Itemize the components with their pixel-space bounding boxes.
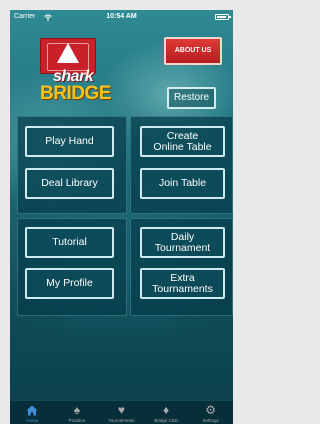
tab-practice[interactable]: ♠ Practice (55, 401, 100, 424)
gear-icon: ⚙ (205, 403, 217, 417)
shark-fin-icon (57, 43, 79, 63)
bottom-tab-bar: Home ♠ Practice ♥ Tournaments ♦ Bridge C… (10, 400, 233, 424)
tab-tournaments-label: Tournaments (108, 418, 135, 423)
my-profile-button[interactable]: My Profile (25, 268, 114, 299)
extra-tournaments-button[interactable]: Extra Tournaments (140, 268, 225, 299)
restore-button[interactable]: Restore (167, 87, 216, 109)
join-table-button[interactable]: Join Table (140, 168, 225, 199)
home-icon (10, 403, 55, 417)
tab-home[interactable]: Home (10, 401, 55, 424)
create-online-table-button[interactable]: Create Online Table (140, 126, 225, 157)
diamond-icon: ♦ (163, 403, 170, 417)
tab-practice-label: Practice (68, 418, 86, 423)
about-us-button[interactable]: ABOUT US (164, 37, 222, 65)
tutorial-button[interactable]: Tutorial (25, 227, 114, 258)
status-time: 10:54 AM (106, 13, 137, 20)
battery-icon (215, 14, 231, 20)
daily-tournament-button[interactable]: Daily Tournament (140, 227, 225, 258)
tab-home-label: Home (26, 418, 39, 423)
status-bar: Carrier 10:54 AM (10, 10, 233, 24)
heart-icon: ♥ (117, 403, 126, 417)
tab-settings-label: Settings (202, 418, 219, 423)
tab-bridge-club-label: Bridge Club (154, 418, 178, 423)
app-screen: Carrier 10:54 AM shark BRIDGE ABOUT US R… (10, 10, 233, 424)
tab-settings[interactable]: ⚙ Settings (188, 401, 233, 424)
spade-icon: ♠ (73, 403, 81, 417)
play-hand-button[interactable]: Play Hand (25, 126, 114, 157)
tab-tournaments[interactable]: ♥ Tournaments (99, 401, 144, 424)
deal-library-button[interactable]: Deal Library (25, 168, 114, 199)
logo-text-bridge: BRIDGE (40, 83, 111, 104)
shark-bridge-logo: shark BRIDGE (40, 38, 111, 108)
tab-bridge-club[interactable]: ♦ Bridge Club (144, 401, 189, 424)
